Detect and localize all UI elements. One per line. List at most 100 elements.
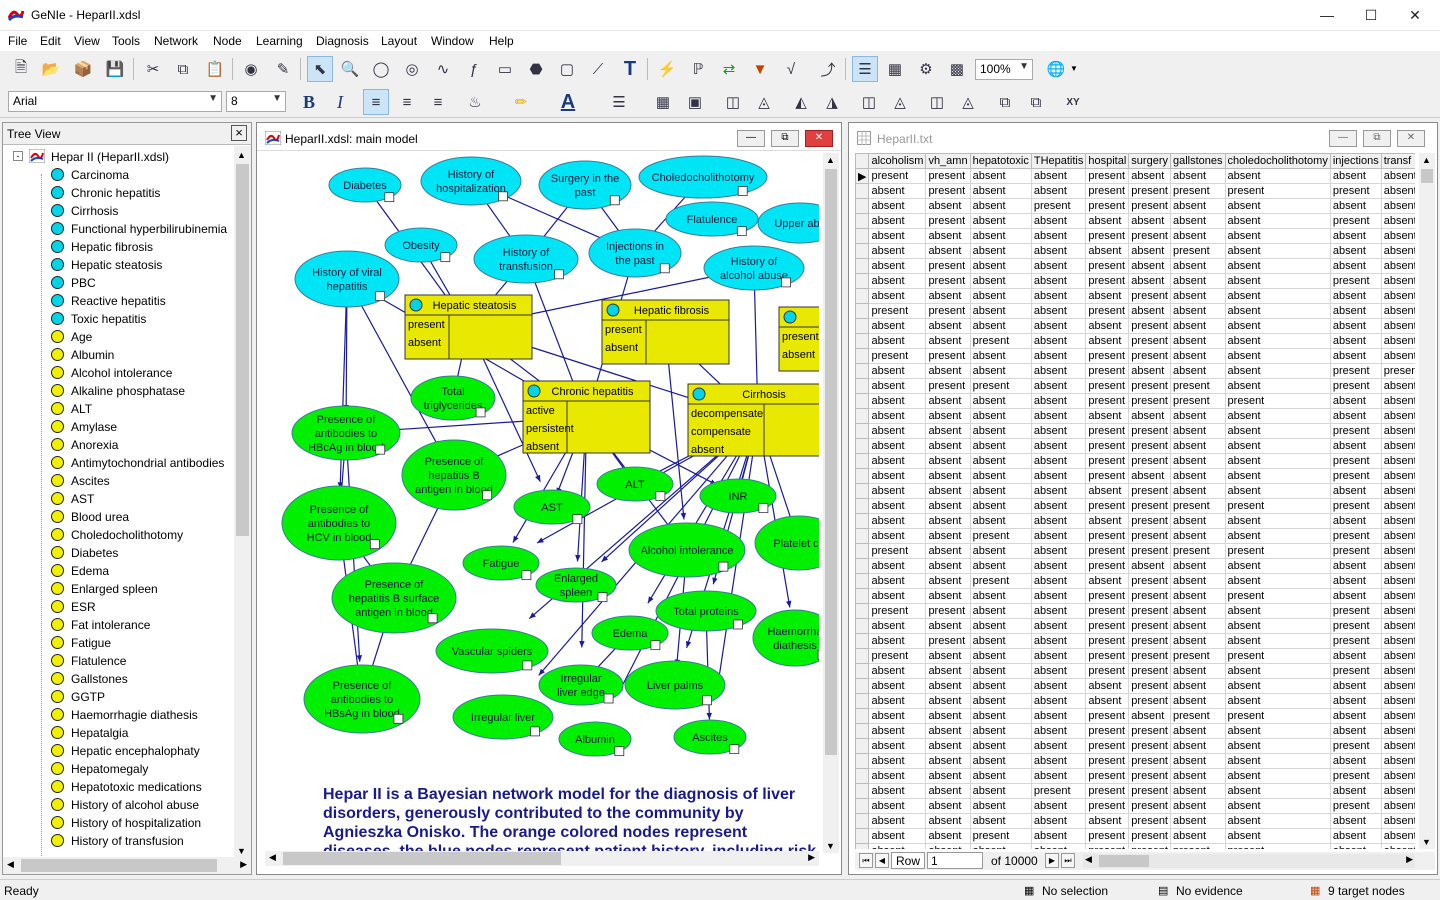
table-cell[interactable]: present — [969, 378, 1032, 394]
table-cell[interactable]: absent — [1030, 498, 1087, 514]
table-cell[interactable]: absent — [868, 768, 927, 784]
table-cell[interactable]: absent — [1170, 213, 1226, 229]
table-row[interactable]: absent absent absent absent absent present abs… — [855, 813, 1415, 829]
table-cell[interactable]: present — [1128, 588, 1171, 604]
last-record-icon[interactable]: ⏭ — [1061, 853, 1075, 868]
row-header[interactable] — [855, 348, 870, 364]
table-cell[interactable]: absent — [1380, 558, 1415, 574]
table-cell[interactable]: present — [1128, 573, 1171, 589]
table-cell[interactable]: absent — [1224, 213, 1331, 229]
table-cell[interactable]: absent — [1380, 303, 1415, 319]
menu-node[interactable]: Node — [213, 34, 242, 48]
table-cell[interactable]: absent — [1030, 213, 1087, 229]
table-cell[interactable]: absent — [1329, 843, 1382, 849]
table-row[interactable]: absent absent absent absent absent present abs… — [855, 288, 1415, 304]
table-cell[interactable]: absent — [969, 453, 1032, 469]
table-cell[interactable]: absent — [1380, 693, 1415, 709]
scroll-left-icon[interactable]: ◀ — [1085, 854, 1092, 865]
table-cell[interactable]: absent — [868, 573, 927, 589]
node-vasc[interactable]: Vascular spiders — [435, 628, 549, 674]
table-cell[interactable]: absent — [868, 243, 927, 259]
tree-item[interactable]: Hepatotoxic medications — [3, 778, 233, 796]
table-cell[interactable]: absent — [1224, 348, 1331, 364]
table-cell[interactable]: present — [1085, 378, 1130, 394]
zoom-icon[interactable]: 🔍 — [337, 56, 363, 82]
table-cell[interactable]: present — [1329, 498, 1382, 514]
tree-item[interactable]: Amylase — [3, 418, 233, 436]
tree-item[interactable]: Age — [3, 328, 233, 346]
table-row[interactable]: absent present present absent present present… — [855, 378, 1415, 394]
table-corner[interactable] — [855, 153, 870, 169]
table-cell[interactable]: absent — [1170, 513, 1226, 529]
table-cell[interactable]: absent — [969, 423, 1032, 439]
table-cell[interactable]: absent — [1030, 588, 1087, 604]
exchange-arrows-icon[interactable]: ⇄ — [716, 56, 742, 82]
table-cell[interactable]: absent — [1224, 618, 1331, 634]
table-cell[interactable]: absent — [1224, 768, 1331, 784]
table-cell[interactable]: present — [1329, 273, 1382, 289]
table-cell[interactable]: absent — [969, 498, 1032, 514]
node-trig[interactable]: Total triglycerides — [410, 375, 496, 421]
table-row[interactable]: absent absent absent absent present present ab… — [855, 723, 1415, 739]
table-cell[interactable]: present — [1128, 843, 1171, 849]
table-cell[interactable]: absent — [1224, 333, 1331, 349]
table-cell[interactable]: present — [1128, 183, 1171, 199]
table-cell[interactable]: absent — [1128, 558, 1171, 574]
table-cell[interactable]: absent — [925, 708, 971, 724]
table-cell[interactable]: absent — [1380, 768, 1415, 784]
table-cell[interactable]: absent — [1329, 393, 1382, 409]
table-row[interactable]: absent absent absent absent absent present abs… — [855, 693, 1415, 709]
node-albumin[interactable]: Albumin — [558, 721, 632, 757]
table-cell[interactable]: absent — [1380, 408, 1415, 424]
menu-edit[interactable]: Edit — [40, 34, 61, 48]
table-cell[interactable]: absent — [1170, 678, 1226, 694]
table-cell[interactable]: absent — [1085, 483, 1130, 499]
line-color-icon[interactable]: ✏ — [508, 89, 534, 115]
tree-item[interactable]: Fatigue — [3, 634, 233, 652]
table-cell[interactable]: absent — [868, 363, 927, 379]
table-cell[interactable]: absent — [925, 483, 971, 499]
table-cell[interactable]: absent — [1030, 543, 1087, 559]
mdi-minimize-button[interactable]: — — [1329, 130, 1357, 147]
table-cell[interactable]: absent — [1380, 168, 1415, 184]
table-cell[interactable]: present — [1128, 228, 1171, 244]
table-cell[interactable]: absent — [1224, 783, 1331, 799]
table-cell[interactable]: absent — [1170, 168, 1226, 184]
table-cell[interactable]: absent — [1380, 483, 1415, 499]
node-alcint[interactable]: Alcohol intolerance — [628, 522, 746, 578]
tree-item[interactable]: Hepatic encephalophaty — [3, 742, 233, 760]
table-cell[interactable]: absent — [1170, 633, 1226, 649]
table-cell[interactable]: present — [925, 378, 971, 394]
table-row[interactable]: absent absent absent absent present present ab… — [855, 588, 1415, 604]
table-cell[interactable]: absent — [1329, 303, 1382, 319]
show-grid-icon[interactable]: ▦ — [650, 89, 676, 115]
table-cell[interactable]: absent — [1128, 243, 1171, 259]
table-cell[interactable]: absent — [969, 558, 1032, 574]
prev-record-icon[interactable]: ◀ — [875, 853, 889, 868]
table-cell[interactable]: absent — [1170, 768, 1226, 784]
table-cell[interactable]: present — [1085, 663, 1130, 679]
table-cell[interactable]: absent — [1329, 573, 1382, 589]
align-left-icon[interactable]: ≡ — [363, 89, 389, 115]
table-cell[interactable]: absent — [1030, 678, 1087, 694]
table-cell[interactable]: absent — [969, 213, 1032, 229]
table-cell[interactable]: absent — [1380, 588, 1415, 604]
fill-color-icon[interactable]: ♨ — [462, 89, 488, 115]
table-cell[interactable]: absent — [1170, 333, 1226, 349]
table-cell[interactable]: absent — [1224, 273, 1331, 289]
table-cell[interactable]: present — [1085, 828, 1130, 844]
row-header[interactable] — [855, 813, 870, 829]
table-cell[interactable]: absent — [1380, 273, 1415, 289]
tree-item[interactable]: Chronic hepatitis — [3, 184, 233, 202]
row-header[interactable] — [855, 408, 870, 424]
tree-item[interactable]: Alkaline phosphatase — [3, 382, 233, 400]
table-cell[interactable]: absent — [1224, 693, 1331, 709]
distribute-vertical-icon[interactable]: ◬ — [887, 89, 913, 115]
row-header[interactable] — [855, 528, 870, 544]
table-cell[interactable]: absent — [1380, 753, 1415, 769]
tree-item[interactable]: Alcohol intolerance — [3, 364, 233, 382]
minimize-button[interactable]: — — [1304, 0, 1350, 31]
node-obesity[interactable]: Obesity — [384, 227, 458, 263]
table-cell[interactable]: absent — [1170, 258, 1226, 274]
table-cell[interactable]: present — [1224, 648, 1331, 664]
